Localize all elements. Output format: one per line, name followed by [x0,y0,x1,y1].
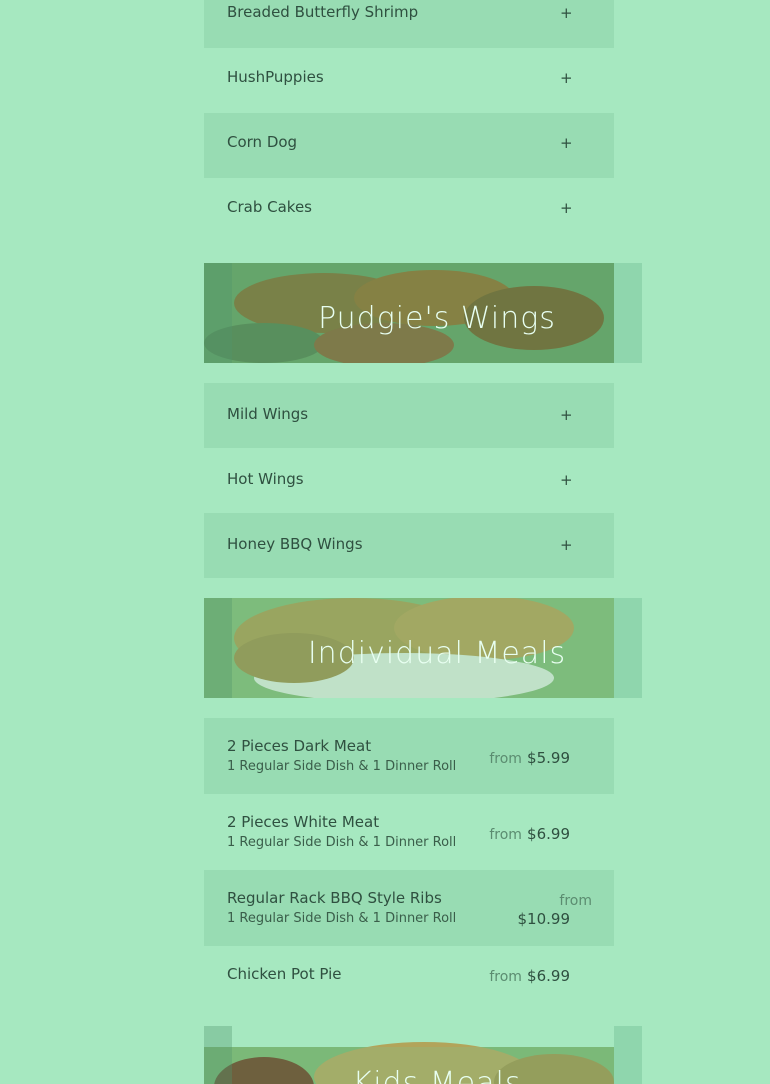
meal-item-chicken-pot-pie[interactable]: Chicken Pot Pie from $6.99 [204,946,614,1022]
meal-price: from $6.99 [489,966,570,985]
meal-name: Regular Rack BBQ Style Ribs [227,889,442,907]
price-prefix: from [559,893,592,909]
section-banner-wings: Pudgie's Wings [204,263,642,363]
price-value: $5.99 [527,749,570,767]
meal-price: from $6.99 [489,824,570,843]
expand-icon[interactable]: + [560,69,573,87]
menu-item-crab-cakes[interactable]: Crab Cakes + [204,178,614,243]
section-title: Individual Meals [307,636,567,671]
meal-name: 2 Pieces White Meat [227,813,380,831]
menu-item-label: HushPuppies [227,68,324,86]
expand-icon[interactable]: + [560,406,573,424]
menu-item-breaded-butterfly-shrimp[interactable]: Breaded Butterfly Shrimp + [204,0,614,48]
price-prefix: from [489,751,522,767]
menu-item-label: Mild Wings [227,405,309,423]
menu-item-mild-wings[interactable]: Mild Wings + [204,383,614,448]
meal-item-2-pieces-white-meat[interactable]: 2 Pieces White Meat 1 Regular Side Dish … [204,794,614,870]
meal-description: 1 Regular Side Dish & 1 Dinner Roll [227,911,457,926]
expand-icon[interactable]: + [560,134,573,152]
expand-icon[interactable]: + [560,199,573,217]
section-title: Pudgie's Wings [318,301,556,336]
price-value: $6.99 [527,825,570,843]
price-prefix: from [489,827,522,843]
menu-item-label: Crab Cakes [227,198,312,216]
meal-item-2-pieces-dark-meat[interactable]: 2 Pieces Dark Meat 1 Regular Side Dish &… [204,718,614,794]
section-title: Kids Meals [352,1066,522,1084]
expand-icon[interactable]: + [560,4,573,22]
price-value: $6.99 [527,967,570,985]
menu-item-hot-wings[interactable]: Hot Wings + [204,448,614,513]
meal-price: from $5.99 [489,748,570,767]
section-banner-kids-meals: Kids Meals [204,1026,642,1084]
menu-item-label: Honey BBQ Wings [227,535,363,553]
section-banner-individual-meals: Individual Meals [204,598,642,698]
menu-item-label: Breaded Butterfly Shrimp [227,3,419,21]
meal-description: 1 Regular Side Dish & 1 Dinner Roll [227,835,457,850]
menu-item-honey-bbq-wings[interactable]: Honey BBQ Wings + [204,513,614,578]
menu-item-label: Hot Wings [227,470,304,488]
price-prefix: from [489,969,522,985]
meal-description: 1 Regular Side Dish & 1 Dinner Roll [227,759,457,774]
meal-price: from $10.99 [518,891,593,928]
meal-item-regular-rack-bbq-ribs[interactable]: Regular Rack BBQ Style Ribs 1 Regular Si… [204,870,614,946]
price-value: $10.99 [517,910,571,928]
menu-item-corn-dog[interactable]: Corn Dog + [204,113,614,178]
meal-name: Chicken Pot Pie [227,965,342,983]
meal-name: 2 Pieces Dark Meat [227,737,372,755]
menu-item-hushpuppies[interactable]: HushPuppies + [204,48,614,113]
expand-icon[interactable]: + [560,471,573,489]
expand-icon[interactable]: + [560,536,573,554]
menu-item-label: Corn Dog [227,133,298,151]
